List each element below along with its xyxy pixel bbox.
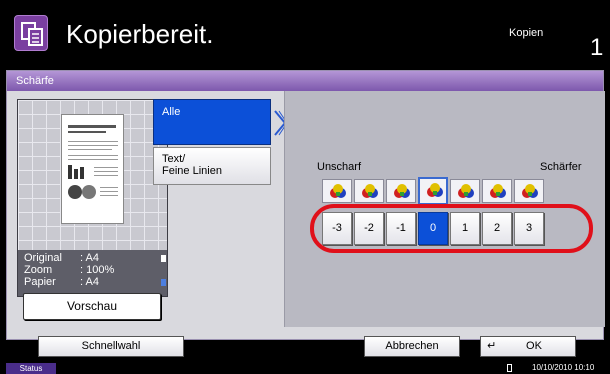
preview-button[interactable]: Vorschau bbox=[23, 293, 161, 320]
page-indicator-icon bbox=[161, 255, 166, 262]
paper-indicator-icon bbox=[161, 279, 166, 286]
sharpness-sample-icon bbox=[482, 179, 512, 203]
ok-button[interactable]: ↵ OK bbox=[480, 336, 576, 357]
status-button[interactable]: Status bbox=[6, 363, 56, 374]
device-status-icon bbox=[507, 364, 512, 372]
highlight-outline bbox=[310, 204, 593, 253]
sharpness-sample-icon bbox=[514, 179, 544, 203]
screen: Kopierbereit. Kopien 1 Schärfe Original … bbox=[0, 0, 610, 374]
sharpness-sample-icon-selected bbox=[418, 177, 448, 205]
sharpness-settings: Unscharf Schärfer -3 -2 -1 0 1 2 3 bbox=[284, 91, 605, 327]
label-sharper: Schärfer bbox=[540, 161, 582, 173]
sharpness-sample-icon bbox=[322, 179, 352, 203]
mode-all-button[interactable]: Alle bbox=[153, 99, 271, 145]
sharpness-panel: Schärfe Original: A4 Zoom: 100% Papier… bbox=[6, 70, 605, 340]
header: Kopierbereit. Kopien 1 bbox=[0, 0, 610, 66]
sharpness-sample-icon bbox=[354, 179, 384, 203]
sharpness-sample-icon bbox=[450, 179, 480, 203]
status-bar bbox=[0, 362, 610, 374]
quick-setup-button[interactable]: Schnellwahl bbox=[38, 336, 184, 357]
copy-count: 1 bbox=[590, 34, 604, 61]
enter-icon: ↵ bbox=[487, 340, 497, 352]
label-blurry: Unscharf bbox=[317, 161, 362, 173]
cancel-button[interactable]: Abbrechen bbox=[364, 336, 460, 357]
datetime: 10/10/2010 10:10 bbox=[532, 363, 595, 372]
preview-grid bbox=[18, 100, 167, 250]
status-title: Kopierbereit. bbox=[66, 19, 214, 49]
preview-area: Original : A4 Zoom : 100% Papier : A4 bbox=[17, 99, 168, 297]
mode-label: Kopien bbox=[509, 27, 544, 39]
document-thumbnail bbox=[61, 114, 124, 224]
panel-title: Schärfe bbox=[7, 71, 603, 91]
mode-text-fine-lines-button[interactable]: Text/ Feine Linien bbox=[153, 147, 271, 185]
copy-icon bbox=[14, 15, 48, 51]
sharpness-sample-icon bbox=[386, 179, 416, 203]
